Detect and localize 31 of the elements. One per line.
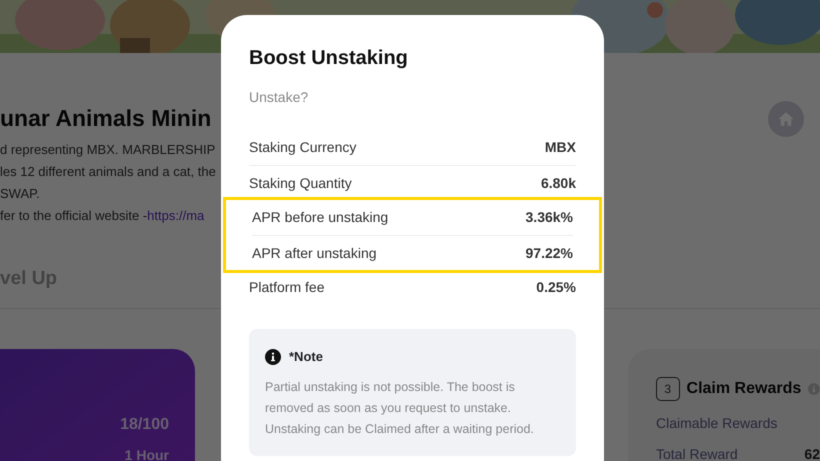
row-label: Platform fee bbox=[249, 278, 324, 297]
reward-value: 62 bbox=[804, 444, 820, 461]
claim-title: Claim Rewards bbox=[686, 378, 802, 398]
page-title: unar Animals Minin bbox=[0, 104, 212, 133]
home-button[interactable] bbox=[768, 101, 804, 137]
step-number: 3 bbox=[656, 376, 680, 400]
description-line: SWAP. bbox=[0, 185, 41, 203]
level-duration: 1 Hour bbox=[124, 446, 169, 461]
row-label: APR after unstaking bbox=[252, 244, 377, 263]
row-value: 3.36k% bbox=[526, 208, 573, 227]
row-value: 97.22% bbox=[526, 244, 573, 262]
note-text: Partial unstaking is not possible. The boost is removed as soon as you request to unstake. Unstaking can be Claimed after a waiting period. bbox=[265, 378, 535, 438]
description-line: les 12 different animals and a cat, the bbox=[0, 163, 217, 181]
row-label: APR before unstaking bbox=[252, 208, 388, 227]
description-line: d representing MBX. MARBLERSHIP bbox=[0, 141, 216, 159]
row-label: Staking Quantity bbox=[249, 174, 352, 193]
row-value: 6.80k bbox=[540, 174, 576, 192]
description-line: fer to the official website - bbox=[0, 207, 148, 225]
note-title: *Note bbox=[289, 348, 323, 366]
dialog-subtitle: Unstake? bbox=[249, 88, 310, 107]
reward-label: Total Reward bbox=[656, 444, 738, 461]
row-value: 0.25% bbox=[536, 278, 576, 297]
reward-label: Claimable Rewards bbox=[656, 414, 778, 432]
row-value: MBX bbox=[544, 138, 576, 157]
row-label: Staking Currency bbox=[249, 138, 356, 157]
level-count: 18/100 bbox=[120, 414, 169, 434]
website-link[interactable]: https://ma bbox=[147, 205, 204, 227]
home-icon bbox=[777, 110, 795, 128]
info-icon bbox=[808, 382, 820, 394]
info-icon bbox=[265, 348, 281, 365]
dialog-title: Boost Unstaking bbox=[249, 46, 409, 71]
